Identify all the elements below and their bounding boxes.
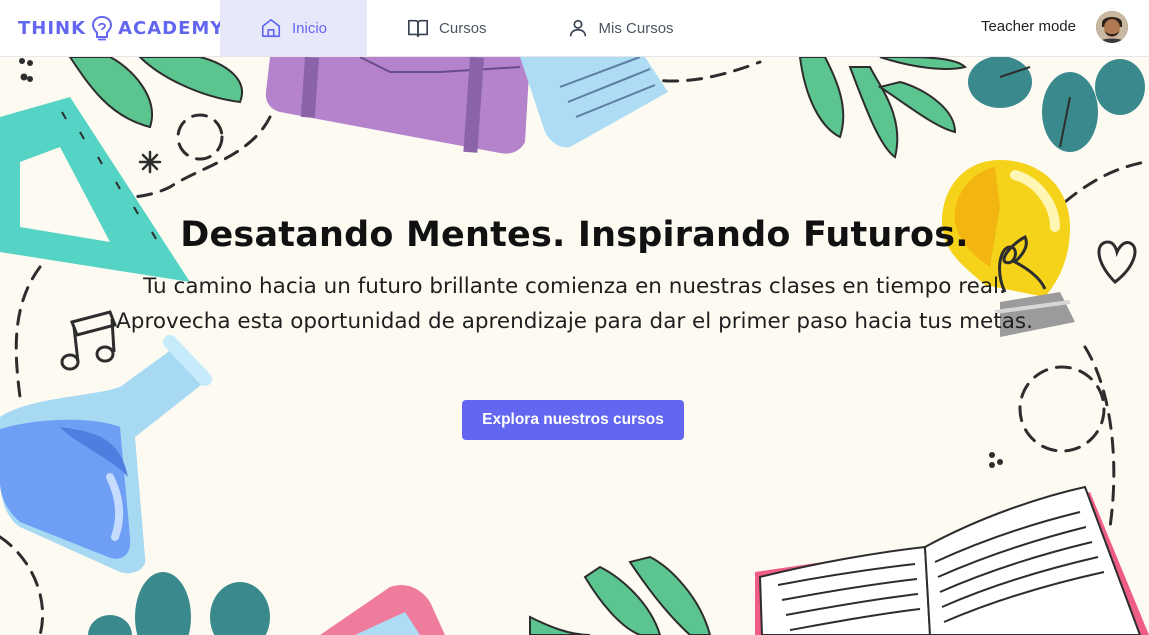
- brand-logo[interactable]: THINK ACADEMY: [18, 14, 224, 42]
- avatar[interactable]: [1096, 11, 1128, 43]
- tab-mis-cursos-label: Mis Cursos: [598, 19, 674, 37]
- lightbulb-head-icon: [92, 15, 113, 41]
- hero-illustrations: [0, 57, 1149, 635]
- hero-subtitle-line1: Tu camino hacia un futuro brillante comi…: [143, 274, 1006, 299]
- flask-doodle: [0, 335, 212, 574]
- book-icon: [408, 19, 429, 38]
- tab-inicio[interactable]: Inicio: [220, 0, 368, 56]
- folder-doodle: [265, 57, 530, 154]
- hero-headline: Desatando Mentes. Inspirando Futuros.: [180, 215, 969, 255]
- logo-text-academy: ACADEMY: [118, 17, 225, 39]
- home-icon: [261, 18, 281, 38]
- logo-text-think: THINK: [18, 17, 87, 39]
- asterisk-doodle: [138, 150, 162, 174]
- user-icon: [569, 19, 586, 37]
- paper-sheet-doodle: [520, 57, 668, 148]
- tab-cursos[interactable]: Cursos: [367, 0, 527, 56]
- tab-mis-cursos[interactable]: Mis Cursos: [527, 0, 714, 56]
- tab-inicio-label: Inicio: [292, 19, 328, 37]
- teacher-mode-toggle[interactable]: Teacher mode: [981, 18, 1076, 35]
- hero-section: Desatando Mentes. Inspirando Futuros. Tu…: [0, 57, 1149, 635]
- explore-courses-button[interactable]: Explora nuestros cursos: [462, 400, 684, 440]
- top-navbar: THINK ACADEMY Inicio Cursos Mis Cursos T…: [0, 0, 1149, 57]
- nav-tabs: Inicio Cursos Mis Cursos: [220, 0, 714, 56]
- open-book-doodle: [755, 485, 1149, 635]
- tab-cursos-label: Cursos: [439, 19, 487, 37]
- hero-subtitle-line2: Aprovecha esta oportunidad de aprendizaj…: [116, 309, 1033, 334]
